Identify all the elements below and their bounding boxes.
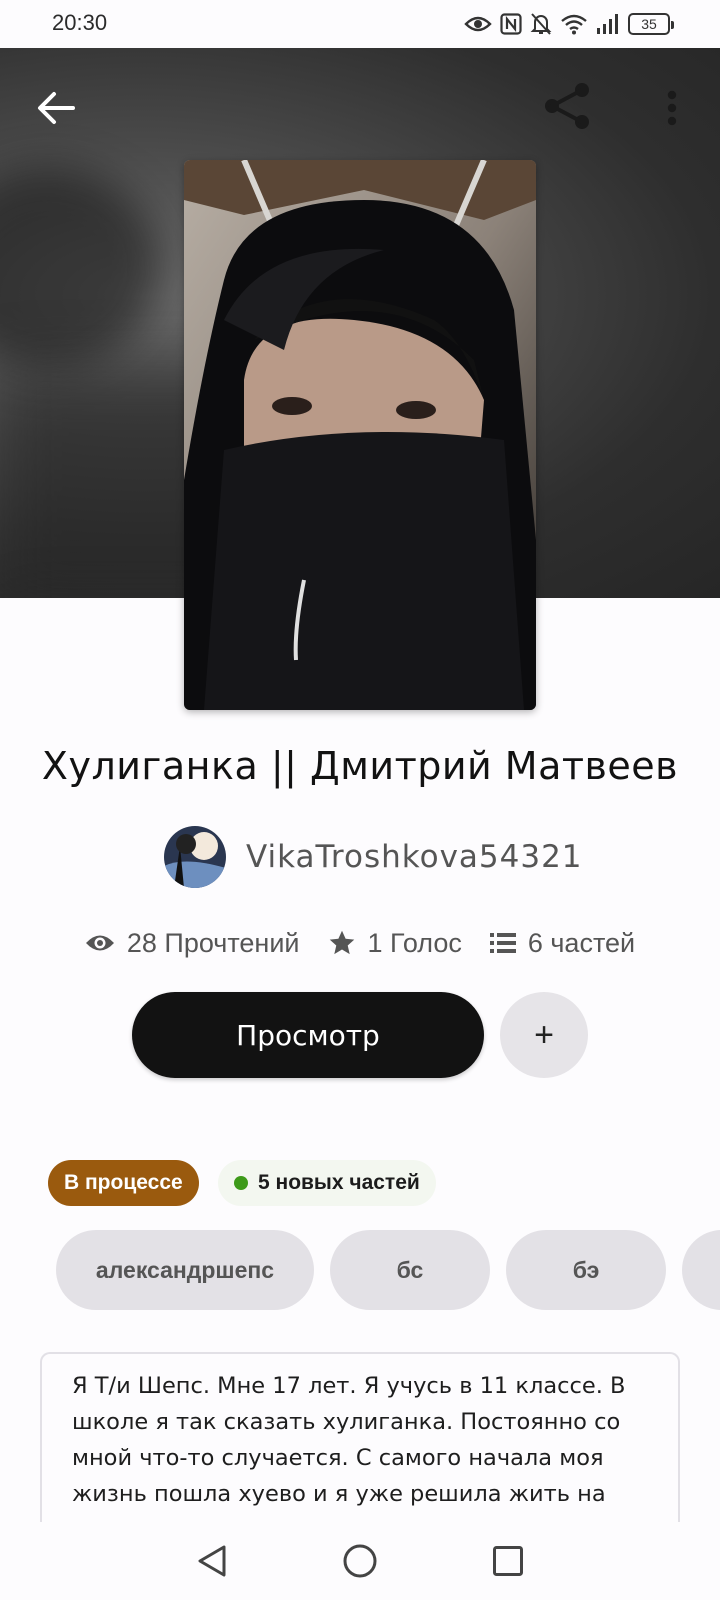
signal-icon	[596, 13, 620, 35]
eye-icon	[464, 14, 492, 34]
author-row[interactable]: VikaTroshkova54321	[164, 826, 583, 888]
more-vertical-icon	[667, 90, 677, 126]
status-bar: 20:30 35	[0, 0, 720, 48]
tag-chip[interactable]: бэ	[506, 1230, 666, 1310]
battery-icon: 35	[628, 13, 674, 35]
description-text: Я Т/и Шепс. Мне 17 лет. Я учусь в 11 кла…	[72, 1373, 626, 1507]
story-description: Я Т/и Шепс. Мне 17 лет. Я учусь в 11 кла…	[40, 1352, 680, 1524]
tags-row[interactable]: александршепс бс бэ	[56, 1230, 720, 1312]
home-circle-icon	[343, 1544, 377, 1578]
parts-stat[interactable]: 6 частей	[489, 927, 636, 959]
add-to-library-button[interactable]: +	[500, 992, 588, 1078]
new-parts-badge: 5 новых частей	[218, 1160, 436, 1206]
new-indicator-dot	[234, 1176, 248, 1190]
tag-chip[interactable]: бс	[330, 1230, 490, 1310]
list-icon	[489, 933, 516, 953]
system-nav-bar	[0, 1522, 720, 1600]
share-button[interactable]	[538, 76, 598, 136]
votes-stat: 1 Голос	[328, 928, 462, 959]
status-badge: В процессе	[48, 1160, 199, 1206]
story-cover[interactable]	[184, 160, 536, 710]
nav-home-button[interactable]	[338, 1539, 382, 1583]
recents-square-icon	[493, 1546, 523, 1576]
parts-count: 6 частей	[527, 927, 636, 958]
arrow-left-icon	[38, 92, 75, 124]
status-time: 20:30	[52, 10, 108, 35]
more-options-button[interactable]	[650, 80, 694, 136]
avatar[interactable]	[164, 826, 226, 888]
nfc-icon	[500, 13, 522, 35]
new-parts-label: 5 новых частей	[258, 1171, 420, 1194]
wifi-icon	[560, 13, 588, 35]
story-stats: 28 Прочтений 1 Голос 6 частей	[0, 920, 720, 966]
eye-icon	[85, 935, 114, 951]
bell-muted-icon	[530, 12, 552, 36]
nav-recents-button[interactable]	[486, 1539, 530, 1583]
share-icon	[545, 83, 589, 129]
nav-back-button[interactable]	[190, 1539, 234, 1583]
reads-count: 28 Прочтений	[126, 927, 300, 958]
back-triangle-icon	[198, 1545, 226, 1577]
reads-stat: 28 Прочтений	[85, 928, 300, 959]
read-button[interactable]: Просмотр	[132, 992, 484, 1078]
status-icons: 35	[464, 10, 674, 38]
back-button[interactable]	[28, 80, 84, 136]
tag-chip-overflow[interactable]	[682, 1230, 720, 1310]
star-icon	[329, 930, 354, 955]
votes-count: 1 Голос	[367, 927, 462, 958]
story-title: Хулиганка || Дмитрий Матвеев	[41, 744, 679, 788]
author-name[interactable]: VikaTroshkova54321	[246, 839, 583, 875]
tag-chip[interactable]: александршепс	[56, 1230, 314, 1310]
